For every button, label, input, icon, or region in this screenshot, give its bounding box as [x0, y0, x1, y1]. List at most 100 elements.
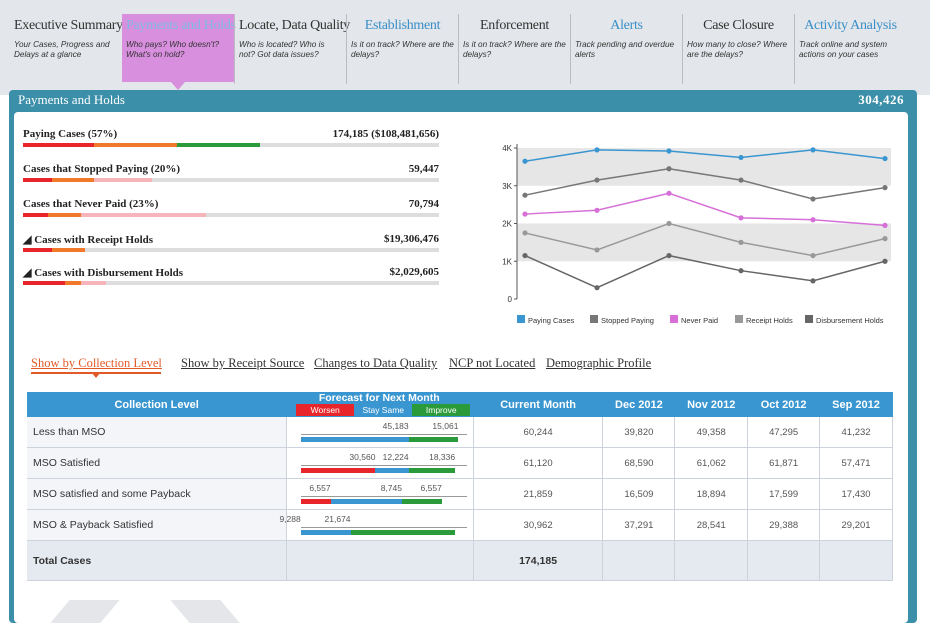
- col-header-dec[interactable]: Dec 2012: [602, 392, 675, 417]
- empty-cell: [747, 540, 821, 581]
- subtab-ncp-not-located[interactable]: NCP not Located: [449, 356, 535, 371]
- empty-cell: [602, 540, 676, 581]
- forecast-bar: [300, 468, 376, 473]
- metric-row[interactable]: Cases that Never Paid (23%) 70,794: [23, 198, 439, 220]
- subtab-show-by-receipt-source[interactable]: Show by Receipt Source: [181, 356, 304, 371]
- data-point: [738, 268, 744, 274]
- forecast-value: 21,674: [324, 514, 351, 524]
- col-header-level[interactable]: Collection Level: [27, 392, 287, 417]
- oct-value: 61,871: [747, 447, 821, 479]
- forecast-bar: [350, 530, 456, 535]
- metric-row[interactable]: ◢ Cases with Receipt Holds $19,306,476: [23, 233, 439, 255]
- forecast-cell: 6,557 8,745 6,557: [286, 478, 474, 510]
- data-point: [738, 177, 744, 183]
- y-tick-label: 4K: [502, 144, 512, 153]
- tab-payments-and-holds[interactable]: Payments and Holds Who pays? Who doesn't?…: [122, 14, 236, 82]
- subtab-show-by-collection-level[interactable]: Show by Collection Level: [31, 356, 162, 371]
- current-value: 30,962: [473, 509, 604, 541]
- grid-band: [517, 223, 891, 262]
- col-header-sep[interactable]: Sep 2012: [819, 392, 893, 417]
- tab-description: Your Cases, Progress and Delays at a gla…: [14, 40, 110, 59]
- forecast-bar: [300, 437, 409, 442]
- data-point: [522, 158, 528, 164]
- forecast-axis: [300, 434, 467, 435]
- col-header-forecast: Forecast for Next Month Worsen Stay Same…: [286, 392, 474, 417]
- data-point: [666, 190, 672, 196]
- subtab-demographic-profile[interactable]: Demographic Profile: [546, 356, 651, 371]
- tab-establishment[interactable]: Establishment Is it on track? Where are t…: [346, 14, 458, 84]
- data-point: [666, 220, 672, 227]
- panel-total: 304,426: [858, 92, 904, 107]
- legend-swatch: [805, 315, 813, 323]
- tab-locate-data-quality[interactable]: Locate, Data Quality Who is located? Who …: [234, 14, 351, 84]
- current-value: 60,244: [473, 417, 604, 448]
- data-point: [738, 154, 744, 161]
- table-row[interactable]: MSO Satisfied 30,560 12,224 18,336 61,120 68,…: [27, 447, 893, 479]
- data-point: [810, 217, 816, 223]
- total-row: Total Cases 174,185: [27, 540, 893, 581]
- forecast-value: 15,061: [432, 421, 459, 431]
- tab-description: Who pays? Who doesn't? What's on hold?: [126, 40, 220, 59]
- tab-title: Activity Analysis: [804, 18, 897, 33]
- table-row[interactable]: MSO & Payback Satisfied 9,288 21,674 30,962…: [27, 509, 893, 541]
- col-header-current[interactable]: Current Month: [473, 392, 603, 417]
- sep-value: 57,471: [819, 447, 893, 479]
- tab-title: Case Closure: [703, 18, 774, 33]
- subtab-changes-to-data-quality[interactable]: Changes to Data Quality: [314, 356, 437, 371]
- level-name: MSO satisfied and some Payback: [27, 478, 287, 510]
- forecast-bar: [300, 499, 331, 504]
- forecast-value: 30,560: [349, 452, 376, 462]
- dec-value: 37,291: [602, 509, 676, 541]
- metric-row[interactable]: ◢ Cases with Disbursement Holds $2,029,60…: [23, 266, 439, 288]
- tab-enforcement[interactable]: Enforcement Is it on track? Where are the…: [458, 14, 570, 84]
- table-row[interactable]: Less than MSO 45,183 15,061 60,244 39,820 49,…: [27, 417, 893, 448]
- legend-worsen: Worsen: [296, 404, 355, 416]
- metric-bar: [23, 178, 439, 182]
- legend-swatch: [735, 315, 743, 323]
- level-name: Less than MSO: [27, 417, 287, 448]
- collection-level-table: Collection Level Forecast for Next Month…: [27, 392, 893, 581]
- series-line: [524, 192, 886, 227]
- y-tick-label: 1K: [502, 257, 512, 266]
- forecast-bar: [300, 530, 351, 535]
- tab-title: Enforcement: [480, 18, 549, 33]
- data-point: [810, 196, 816, 202]
- table-row[interactable]: MSO satisfied and some Payback 6,557 8,745…: [27, 478, 893, 510]
- data-point: [810, 147, 816, 153]
- col-header-nov[interactable]: Nov 2012: [674, 392, 748, 417]
- forecast-axis: [300, 465, 467, 466]
- nov-value: 28,541: [674, 509, 749, 541]
- nov-value: 18,894: [674, 478, 749, 510]
- col-header-oct[interactable]: Oct 2012: [747, 392, 820, 417]
- data-point: [666, 252, 672, 259]
- tab-description: Who is located? Who is not? Got data iss…: [239, 40, 325, 59]
- active-tab-pointer: [171, 82, 185, 90]
- tab-title: Locate, Data Quality: [239, 18, 351, 33]
- active-subtab-caret: [92, 373, 100, 378]
- total-current: 174,185: [473, 540, 604, 581]
- tab-description: Track online and system actions on your …: [799, 40, 888, 59]
- tab-executive-summary[interactable]: Executive Summary Your Cases, Progress an…: [10, 14, 123, 84]
- forecast-axis: [300, 527, 467, 528]
- tab-alerts[interactable]: Alerts Track pending and overdue alerts: [570, 14, 682, 84]
- panel-title: Payments and Holds: [18, 92, 125, 107]
- total-forecast: [286, 540, 474, 581]
- tab-case-closure[interactable]: Case Closure How many to close? Where are…: [682, 14, 794, 84]
- oct-value: 47,295: [747, 417, 821, 448]
- tab-activity-analysis[interactable]: Activity Analysis Track online and system…: [794, 14, 906, 84]
- forecast-value: 9,288: [279, 514, 301, 524]
- data-point: [810, 252, 816, 259]
- forecast-value: 45,183: [382, 421, 409, 431]
- data-point: [594, 247, 600, 253]
- forecast-value: 18,336: [429, 452, 456, 462]
- legend-swatch: [670, 315, 678, 323]
- metric-value: $19,306,476: [384, 233, 439, 245]
- trend-chart: 0 1K 2K 3K 4K Paying Cases Stopped Paying Never…: [502, 144, 891, 325]
- nov-value: 61,062: [674, 447, 749, 479]
- metric-row[interactable]: Cases that Stopped Paying (20%) 59,447: [23, 163, 439, 185]
- data-point: [666, 148, 672, 154]
- metric-bar: [23, 248, 439, 252]
- data-point: [738, 215, 744, 221]
- legend-improve: Improve: [412, 404, 471, 416]
- metric-row[interactable]: Paying Cases (57%) 174,185 ($108,481,656): [23, 128, 439, 150]
